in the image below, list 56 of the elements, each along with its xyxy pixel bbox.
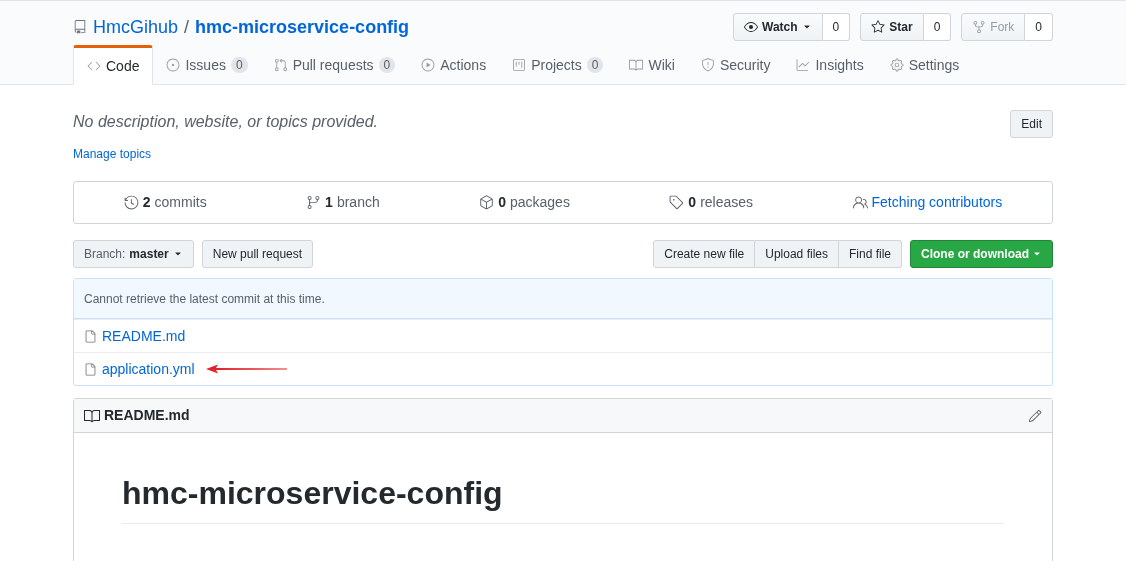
packages-link[interactable]: 0 packages bbox=[479, 192, 570, 213]
star-button[interactable]: Star bbox=[860, 13, 924, 41]
history-icon bbox=[123, 195, 139, 210]
tab-counter: 0 bbox=[378, 57, 396, 73]
readme-heading: hmc-microservice-config bbox=[122, 473, 1004, 524]
play-icon bbox=[421, 58, 436, 72]
file-name-link[interactable]: README.md bbox=[102, 325, 186, 347]
settings-icon bbox=[889, 58, 904, 72]
fork-icon bbox=[972, 20, 987, 34]
repository-tab[interactable]: Wiki bbox=[616, 45, 688, 85]
commits-link[interactable]: 2 commits bbox=[123, 192, 207, 213]
file-action-button[interactable]: Create new file bbox=[653, 240, 756, 268]
code-icon bbox=[87, 59, 101, 73]
manage-topics-link[interactable]: Manage topics bbox=[73, 145, 379, 163]
branch-icon bbox=[306, 195, 322, 210]
edit-icon[interactable] bbox=[1028, 408, 1042, 423]
pull-request-icon bbox=[273, 58, 288, 72]
branch-select-button[interactable]: Branch: master bbox=[73, 240, 194, 268]
counter[interactable]: 0 bbox=[822, 13, 851, 41]
issue-icon bbox=[166, 58, 181, 72]
repository-tab[interactable]: Code bbox=[73, 45, 154, 85]
new-pull-request-button[interactable]: New pull request bbox=[201, 240, 314, 268]
owner-link[interactable]: HmcGihub bbox=[93, 13, 179, 41]
package-icon bbox=[479, 195, 495, 210]
contributors-link[interactable]: Fetching contributors bbox=[852, 192, 1003, 213]
repository-tab[interactable]: Security bbox=[687, 45, 784, 85]
path-separator: / bbox=[184, 15, 190, 39]
star-icon bbox=[871, 20, 886, 34]
repository-icon bbox=[73, 19, 87, 35]
edit-button[interactable]: Edit bbox=[1010, 110, 1053, 138]
watch-button[interactable]: Watch bbox=[733, 13, 823, 41]
repository-tab[interactable]: Issues 0 bbox=[153, 45, 261, 85]
tag-icon bbox=[669, 195, 685, 210]
file-name-link[interactable]: application.yml bbox=[102, 358, 195, 380]
tab-counter: 0 bbox=[230, 57, 248, 73]
file-action-button[interactable]: Upload files bbox=[755, 240, 839, 268]
repository-tab[interactable]: Insights bbox=[783, 45, 877, 85]
tab-counter: 0 bbox=[586, 57, 604, 73]
file-action-button[interactable]: Find file bbox=[838, 240, 902, 268]
repository-tab[interactable]: Actions bbox=[408, 45, 500, 85]
book-icon bbox=[84, 407, 100, 424]
repository-description: No description, website, or topics provided. bbox=[73, 112, 379, 132]
releases-link[interactable]: 0 releases bbox=[669, 192, 754, 213]
eye-icon bbox=[744, 20, 759, 34]
branch-link[interactable]: 1 branch bbox=[306, 192, 380, 213]
readme-filename: README.md bbox=[104, 406, 190, 425]
commit-message: Cannot retrieve the latest commit at this time. bbox=[84, 290, 325, 308]
repository-tab[interactable]: Projects 0 bbox=[499, 45, 617, 85]
repository-tab[interactable]: Settings bbox=[876, 45, 973, 85]
counter[interactable]: 0 bbox=[923, 13, 952, 41]
repository-tab[interactable]: Pull requests 0 bbox=[260, 45, 409, 85]
book-icon bbox=[629, 58, 644, 72]
project-board-icon bbox=[512, 58, 527, 72]
repository-name-link[interactable]: hmc-microservice-config bbox=[195, 13, 410, 41]
people-icon bbox=[852, 195, 868, 210]
shield-icon bbox=[700, 58, 715, 72]
